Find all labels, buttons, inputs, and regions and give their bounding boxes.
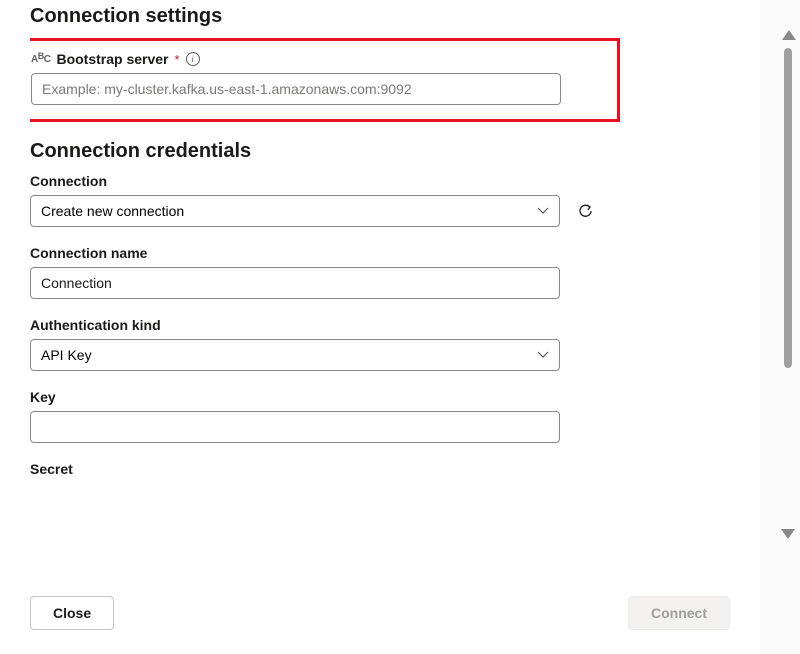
- auth-kind-label: Authentication kind: [30, 317, 730, 333]
- panel-footer: Close Connect: [0, 580, 760, 654]
- connection-settings-heading: Connection settings: [30, 5, 730, 28]
- scroll-down-icon[interactable]: [781, 529, 795, 539]
- secret-field: Secret: [30, 461, 730, 477]
- scrollbar-thumb[interactable]: [784, 48, 792, 368]
- connection-label: Connection: [30, 173, 730, 189]
- secret-label: Secret: [30, 461, 730, 477]
- bootstrap-server-input[interactable]: [31, 73, 561, 105]
- connection-field: Connection Create new connection: [30, 173, 730, 227]
- scrollbar[interactable]: [782, 30, 794, 539]
- close-button[interactable]: Close: [30, 596, 114, 630]
- connection-name-input[interactable]: [30, 267, 560, 299]
- bootstrap-label-row: ABC Bootstrap server * i: [31, 51, 607, 67]
- chevron-down-icon: [537, 205, 549, 217]
- connection-name-label: Connection name: [30, 245, 730, 261]
- required-marker: *: [175, 52, 180, 67]
- text-type-icon: ABC: [31, 54, 50, 65]
- info-icon[interactable]: i: [186, 52, 200, 66]
- connection-name-field: Connection name: [30, 245, 730, 299]
- auth-kind-field: Authentication kind API Key: [30, 317, 730, 371]
- connection-panel: Connection settings ABC Bootstrap server…: [0, 0, 760, 654]
- bootstrap-highlight-box: ABC Bootstrap server * i: [30, 38, 620, 122]
- refresh-icon[interactable]: [576, 201, 596, 221]
- bootstrap-label: Bootstrap server: [56, 51, 168, 67]
- chevron-down-icon: [537, 349, 549, 361]
- auth-kind-select-value: API Key: [41, 347, 92, 363]
- key-label: Key: [30, 389, 730, 405]
- key-input[interactable]: [30, 411, 560, 443]
- scroll-up-icon[interactable]: [782, 30, 796, 40]
- connection-credentials-heading: Connection credentials: [30, 140, 730, 163]
- connection-select-value: Create new connection: [41, 203, 184, 219]
- key-field: Key: [30, 389, 730, 443]
- scroll-area: Connection settings ABC Bootstrap server…: [30, 0, 730, 550]
- connect-button[interactable]: Connect: [628, 596, 730, 630]
- connection-select[interactable]: Create new connection: [30, 195, 560, 227]
- auth-kind-select[interactable]: API Key: [30, 339, 560, 371]
